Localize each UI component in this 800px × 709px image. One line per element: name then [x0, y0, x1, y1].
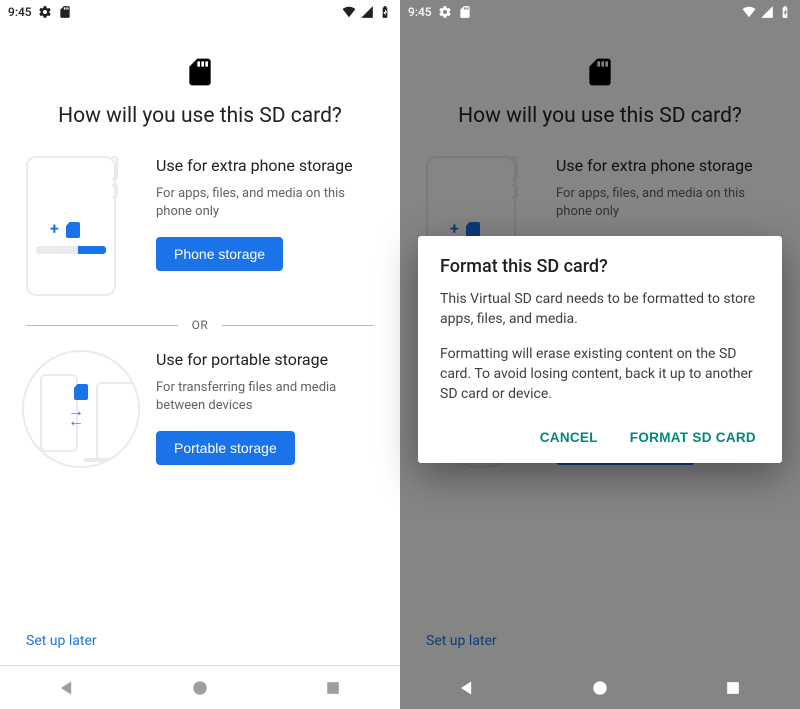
navigation-bar	[400, 665, 800, 709]
sd-card-hero-icon	[584, 56, 616, 88]
option-portable-storage: →← Use for portable storage For transfer…	[26, 350, 374, 468]
phone-screen-left: 9:45 How will you use this SD card? +	[0, 0, 400, 709]
nav-recent-icon[interactable]	[323, 678, 343, 698]
page-title: How will you use this SD card?	[26, 104, 374, 128]
gear-icon	[438, 5, 452, 19]
phone-screen-right: 9:45 How will you use this SD card? +	[400, 0, 800, 709]
sd-card-hero-icon	[184, 56, 216, 88]
sd-card-icon	[58, 5, 72, 19]
option1-title: Use for extra phone storage	[556, 156, 774, 177]
dialog-body-2: Formatting will erase existing content o…	[440, 344, 760, 405]
nav-back-icon[interactable]	[57, 678, 77, 698]
option1-title: Use for extra phone storage	[156, 156, 374, 177]
option2-title: Use for portable storage	[156, 350, 374, 371]
option1-desc: For apps, files, and media on this phone…	[156, 185, 374, 221]
dialog-body-1: This Virtual SD card needs to be formatt…	[440, 289, 760, 330]
options-divider: OR	[26, 318, 374, 332]
battery-icon	[378, 5, 392, 19]
set-up-later-link[interactable]: Set up later	[26, 615, 374, 665]
illustration-phone-storage: +	[26, 156, 136, 296]
battery-icon	[778, 5, 792, 19]
wifi-icon	[742, 5, 756, 19]
nav-recent-icon[interactable]	[723, 678, 743, 698]
status-time: 9:45	[8, 5, 32, 19]
page-content: How will you use this SD card? + Use for…	[0, 22, 400, 665]
navigation-bar	[0, 665, 400, 709]
cell-signal-icon	[760, 5, 774, 19]
phone-storage-button[interactable]: Phone storage	[156, 237, 283, 271]
format-sd-card-button[interactable]: FORMAT SD CARD	[626, 422, 760, 453]
status-time: 9:45	[408, 5, 432, 19]
divider-label: OR	[192, 318, 209, 332]
nav-home-icon[interactable]	[190, 678, 210, 698]
set-up-later-link[interactable]: Set up later	[426, 615, 774, 665]
gear-icon	[38, 5, 52, 19]
portable-storage-button[interactable]: Portable storage	[156, 431, 295, 465]
status-bar: 9:45	[0, 0, 400, 22]
status-bar: 9:45	[400, 0, 800, 22]
option2-desc: For transferring files and media between…	[156, 379, 374, 415]
nav-home-icon[interactable]	[590, 678, 610, 698]
wifi-icon	[342, 5, 356, 19]
option1-desc: For apps, files, and media on this phone…	[556, 185, 774, 221]
page-title: How will you use this SD card?	[426, 104, 774, 128]
cell-signal-icon	[360, 5, 374, 19]
cancel-button[interactable]: CANCEL	[536, 422, 602, 453]
nav-back-icon[interactable]	[457, 678, 477, 698]
option-phone-storage: + Use for extra phone storage For apps, …	[26, 156, 374, 296]
format-dialog: Format this SD card? This Virtual SD car…	[418, 236, 782, 463]
sd-card-icon	[458, 5, 472, 19]
dialog-title: Format this SD card?	[440, 256, 760, 277]
illustration-portable-storage: →←	[26, 350, 136, 468]
